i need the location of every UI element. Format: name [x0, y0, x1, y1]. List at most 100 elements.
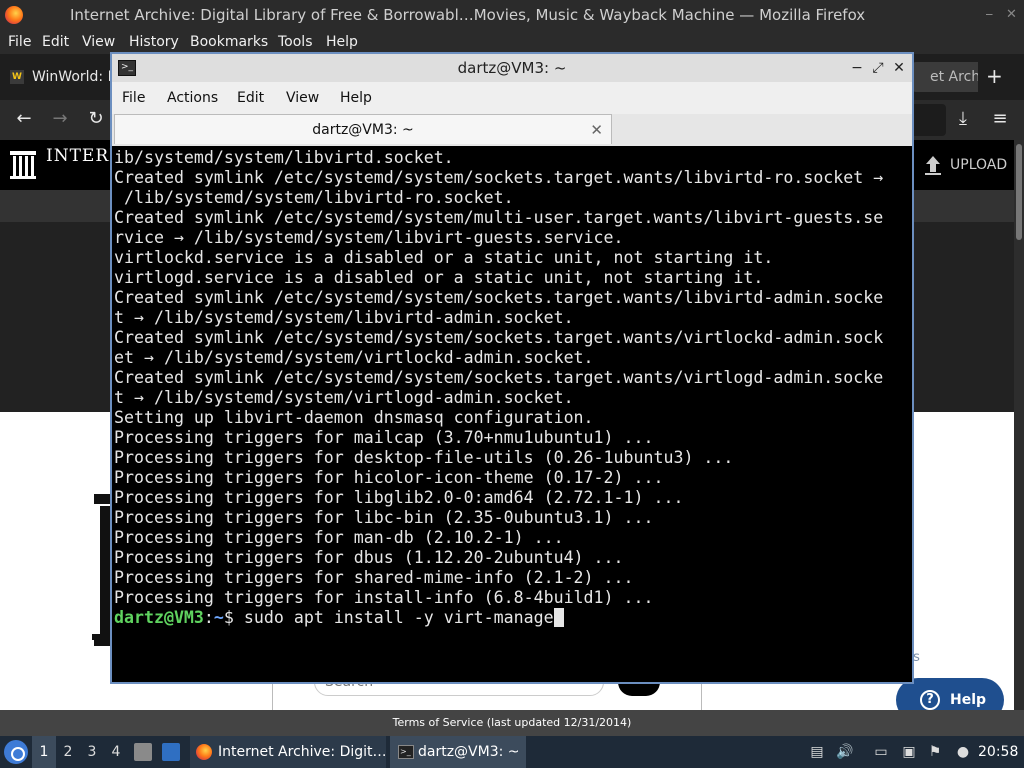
terminal-line: /lib/systemd/system/libvirtd-ro.socket. [114, 188, 514, 207]
clock: 20:58 [978, 744, 1019, 760]
start-menu-icon[interactable] [4, 740, 28, 764]
terminal-menu-view[interactable]: View [286, 82, 319, 114]
terminal-line: Processing triggers for shared-mime-info… [114, 568, 634, 587]
upload-label: UPLOAD [950, 157, 1008, 173]
tab-label: WinWorld: M [32, 69, 110, 85]
terminal-menu-edit[interactable]: Edit [237, 82, 264, 114]
tab-label: et Arch [930, 69, 978, 85]
taskbar-item-terminal[interactable]: >_ dartz@VM3: ~ [390, 736, 526, 768]
workspace-1[interactable]: 1 [32, 736, 56, 768]
menu-file[interactable]: File [8, 31, 31, 53]
text-cursor [553, 608, 564, 627]
terminal-window[interactable]: >_ dartz@VM3: ~ − ⤢ ✕ File Actions Edit … [110, 52, 914, 684]
files-icon[interactable]: ▭ [872, 743, 890, 761]
prompt-user: dartz@VM3 [114, 608, 204, 627]
tab-winworld[interactable]: W WinWorld: M [6, 62, 110, 92]
taskbar-item-label: Internet Archive: Digit… [218, 744, 386, 760]
url-bar-end[interactable] [912, 104, 946, 136]
terminal-line: Processing triggers for mailcap (3.70+nm… [114, 428, 654, 447]
terminal-menubar: File Actions Edit View Help [112, 82, 912, 114]
power-icon[interactable]: ● [954, 743, 972, 761]
minimize-icon[interactable]: ⎯ [986, 0, 993, 30]
terminal-line: virtlockd.service is a disabled or a sta… [114, 248, 774, 267]
terminal-line: Created symlink /etc/systemd/system/sock… [114, 288, 884, 307]
terminal-line: Processing triggers for desktop-file-uti… [114, 448, 734, 467]
upload-button[interactable]: UPLOAD [920, 148, 1020, 182]
tab-internet-archive[interactable]: et Arch [912, 62, 978, 92]
prompt-path: ~ [213, 608, 224, 627]
terminal-line: Processing triggers for hicolor-icon-the… [114, 468, 664, 487]
terminal-tabbar: dartz@VM3: ~ ✕ [112, 114, 912, 146]
terminal-lines: ib/systemd/system/libvirtd.socket. Create… [114, 148, 910, 608]
terminal-line: et → /lib/systemd/system/virtlockd-admin… [114, 348, 594, 367]
close-tab-icon[interactable]: ✕ [590, 115, 603, 145]
volume-icon[interactable]: 🔊 [836, 743, 854, 761]
terminal-icon: >_ [398, 745, 414, 759]
terminal-line: Setting up libvirt-daemon dnsmasq config… [114, 408, 594, 427]
terminal-line: Created symlink /etc/systemd/system/sock… [114, 328, 884, 347]
command-input[interactable]: sudo apt install -y virt-manage [244, 608, 554, 627]
display-icon[interactable]: ▣ [900, 743, 918, 761]
app-menu-icon[interactable]: ≡ [988, 108, 1012, 130]
terminal-line: Processing triggers for libglib2.0-0:amd… [114, 488, 684, 507]
reload-icon[interactable]: ↻ [84, 108, 108, 130]
forward-icon[interactable]: → [48, 108, 72, 130]
workspace-3[interactable]: 3 [80, 736, 104, 768]
new-tab-button[interactable]: + [986, 64, 1003, 88]
help-label: Help [950, 692, 987, 708]
notification-icon[interactable]: ⚑ [926, 743, 944, 761]
terminal-line: t → /lib/systemd/system/virtlogd-admin.s… [114, 388, 574, 407]
terminal-line: virtlogd.service is a disabled or a stat… [114, 268, 764, 287]
terminal-line: t → /lib/systemd/system/libvirtd-admin.s… [114, 308, 574, 327]
menu-edit[interactable]: Edit [42, 31, 69, 53]
terminal-line: Processing triggers for dbus (1.12.20-2u… [114, 548, 624, 567]
terminal-line: Created symlink /etc/systemd/system/mult… [114, 208, 884, 227]
workspace-2[interactable]: 2 [56, 736, 80, 768]
close-icon[interactable]: ✕ [1006, 0, 1017, 30]
terminal-line: Created symlink /etc/systemd/system/sock… [114, 168, 884, 187]
desktop-icon[interactable] [162, 743, 180, 761]
archive-logo-icon[interactable] [10, 151, 36, 179]
firefox-titlebar: Internet Archive: Digital Library of Fre… [0, 0, 1024, 30]
firefox-window-title: Internet Archive: Digital Library of Fre… [70, 6, 866, 24]
winworld-favicon-icon: W [10, 70, 24, 84]
taskbar-item-firefox[interactable]: Internet Archive: Digit… [190, 736, 386, 768]
terminal-line: ib/systemd/system/libvirtd.socket. [114, 148, 454, 167]
terminal-prompt-line: dartz@VM3:~$ sudo apt install -y virt-ma… [114, 608, 910, 628]
upload-icon [925, 156, 941, 175]
file-manager-icon[interactable] [134, 743, 152, 761]
firefox-icon [196, 744, 212, 760]
downloads-icon[interactable]: ⤓ [951, 108, 975, 130]
terminal-menu-help[interactable]: Help [340, 82, 372, 114]
menu-view[interactable]: View [82, 31, 115, 53]
page-scrollbar[interactable] [1014, 140, 1024, 710]
status-bar: Terms of Service (last updated 12/31/201… [0, 710, 1024, 736]
firefox-icon [5, 6, 23, 24]
menu-bookmarks[interactable]: Bookmarks [190, 31, 268, 53]
terminal-line: Created symlink /etc/systemd/system/sock… [114, 368, 884, 387]
terminal-line: Processing triggers for man-db (2.10.2-1… [114, 528, 564, 547]
prompt-symbol: $ [223, 608, 244, 627]
terminal-icon: >_ [118, 60, 136, 76]
terminal-tab-label: dartz@VM3: ~ [312, 122, 414, 138]
close-icon[interactable]: ✕ [889, 54, 909, 82]
workspace-4[interactable]: 4 [104, 736, 128, 768]
menu-history[interactable]: History [129, 31, 179, 53]
terminal-line: rvice → /lib/systemd/system/libvirt-gues… [114, 228, 624, 247]
terminal-titlebar[interactable]: >_ dartz@VM3: ~ − ⤢ ✕ [112, 54, 912, 82]
taskbar-item-label: dartz@VM3: ~ [418, 744, 520, 760]
menu-tools[interactable]: Tools [278, 31, 313, 53]
terminal-menu-file[interactable]: File [122, 82, 145, 114]
terminal-output[interactable]: ib/systemd/system/libvirtd.socket. Create… [114, 148, 910, 682]
firefox-menubar: File Edit View History Bookmarks Tools H… [0, 30, 1024, 54]
terminal-tab[interactable]: dartz@VM3: ~ ✕ [114, 114, 612, 144]
prompt-separator: : [203, 608, 214, 627]
menu-help[interactable]: Help [326, 31, 358, 53]
back-icon[interactable]: ← [12, 108, 36, 130]
terminal-menu-actions[interactable]: Actions [167, 82, 218, 114]
clipboard-icon[interactable]: ▤ [808, 743, 826, 761]
question-icon: ? [920, 690, 940, 710]
terminal-line: Processing triggers for install-info (6.… [114, 588, 654, 607]
minimize-icon[interactable]: − [847, 54, 867, 82]
maximize-icon[interactable]: ⤢ [868, 54, 888, 82]
